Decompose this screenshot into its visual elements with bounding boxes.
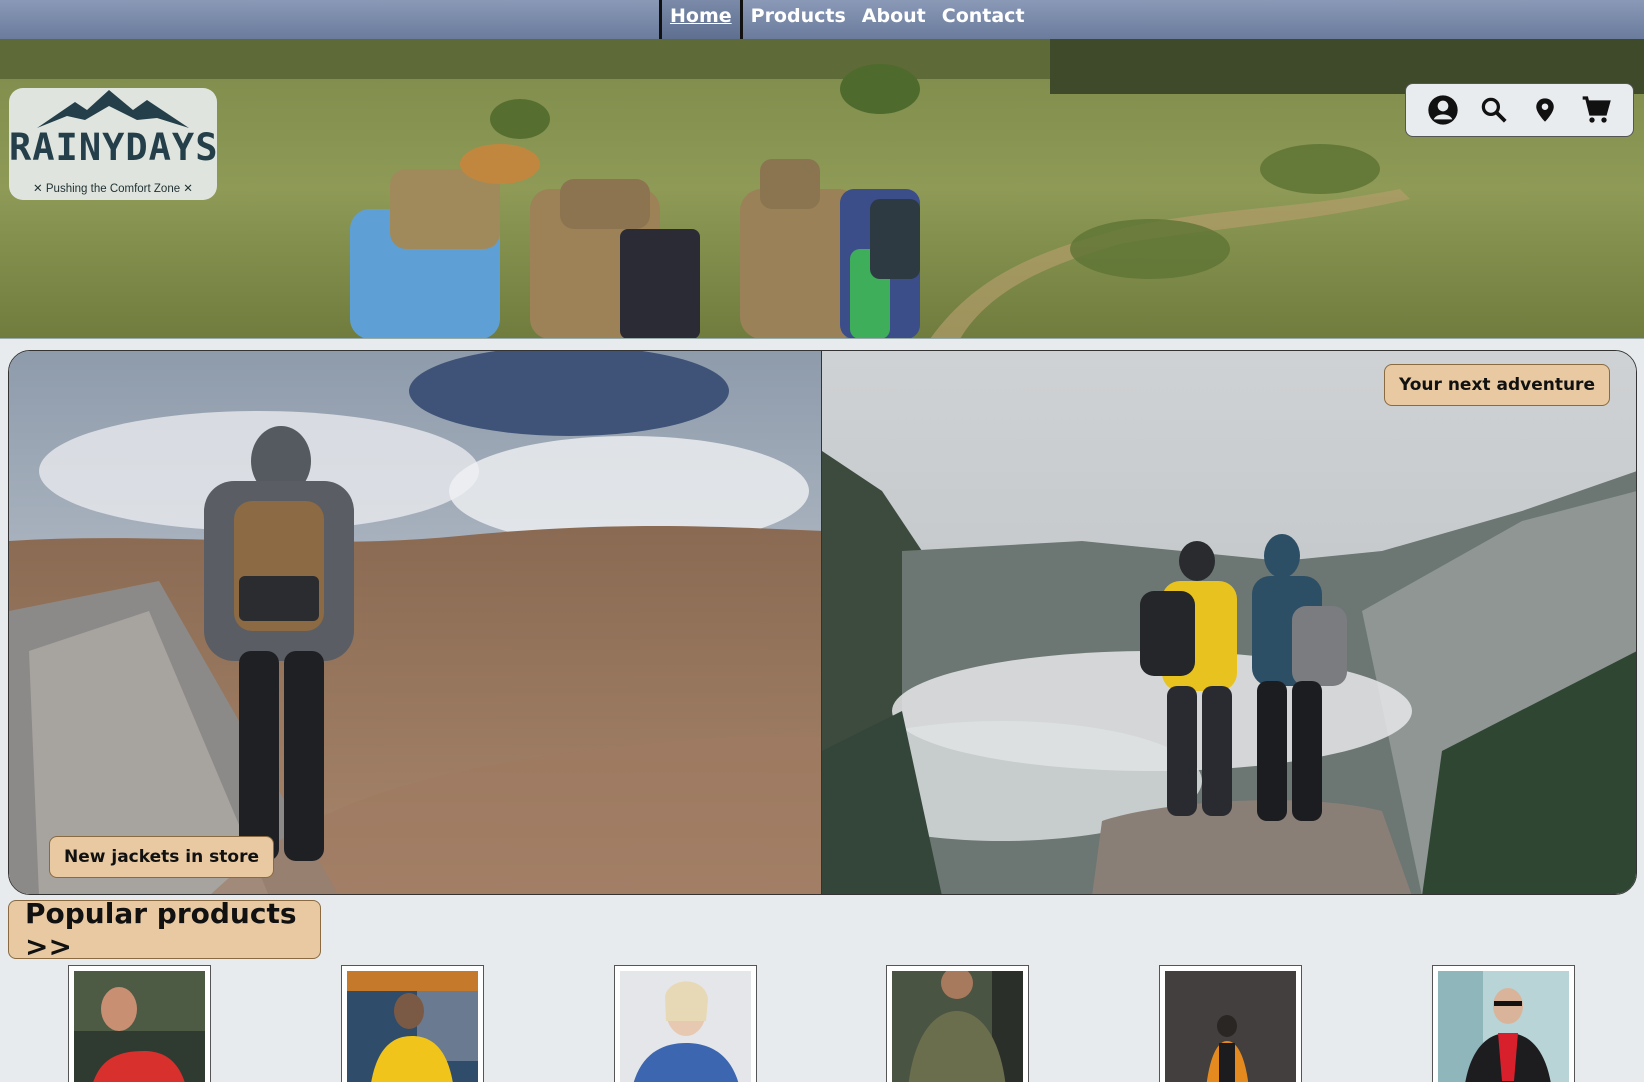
account-icon[interactable] <box>1425 92 1461 128</box>
rainydays-logo[interactable]: RAINYDAYS ✕ Pushing the Comfort Zone ✕ <box>9 88 217 200</box>
hikers-overlooking-valley-image <box>822 351 1636 894</box>
product-card[interactable] <box>886 965 1029 1082</box>
location-pin-icon[interactable] <box>1527 92 1563 128</box>
product-row <box>0 965 1644 1082</box>
nav-links: Home Products About Contact <box>659 0 1033 39</box>
hero-hikers-image <box>0 39 1644 338</box>
nav-products-link[interactable]: Products <box>743 0 854 39</box>
feature-panels: New jackets in store <box>8 350 1637 895</box>
product-card[interactable] <box>614 965 757 1082</box>
next-adventure-panel[interactable] <box>822 351 1636 894</box>
nav-contact-link[interactable]: Contact <box>934 0 1033 39</box>
product-image <box>1438 971 1569 1082</box>
search-icon[interactable] <box>1476 92 1512 128</box>
product-card[interactable] <box>341 965 484 1082</box>
logo-tagline: ✕ Pushing the Comfort Zone ✕ <box>33 183 193 195</box>
hiker-on-ridge-image <box>9 351 821 894</box>
popular-products-button[interactable]: Popular products >> <box>8 897 321 963</box>
mountain-logo-icon <box>37 90 189 128</box>
next-adventure-label[interactable]: Your next adventure <box>1384 364 1610 406</box>
product-card[interactable] <box>68 965 211 1082</box>
product-card[interactable] <box>1159 965 1302 1082</box>
product-image <box>892 967 1023 1082</box>
header-icon-bar <box>1405 83 1634 137</box>
product-image <box>74 971 205 1082</box>
cart-icon[interactable] <box>1578 92 1614 128</box>
logo-brand-name: RAINYDAYS <box>9 126 219 169</box>
top-navigation: Home Products About Contact <box>0 0 1644 39</box>
nav-about-link[interactable]: About <box>854 0 934 39</box>
hero-banner: RAINYDAYS ✕ Pushing the Comfort Zone ✕ <box>0 39 1644 339</box>
product-image <box>620 971 751 1082</box>
product-image <box>1165 971 1296 1082</box>
new-jackets-panel[interactable]: New jackets in store <box>9 351 822 894</box>
product-image <box>347 971 478 1082</box>
new-jackets-label[interactable]: New jackets in store <box>49 836 274 878</box>
product-card[interactable] <box>1432 965 1575 1082</box>
nav-home-link[interactable]: Home <box>659 0 743 39</box>
